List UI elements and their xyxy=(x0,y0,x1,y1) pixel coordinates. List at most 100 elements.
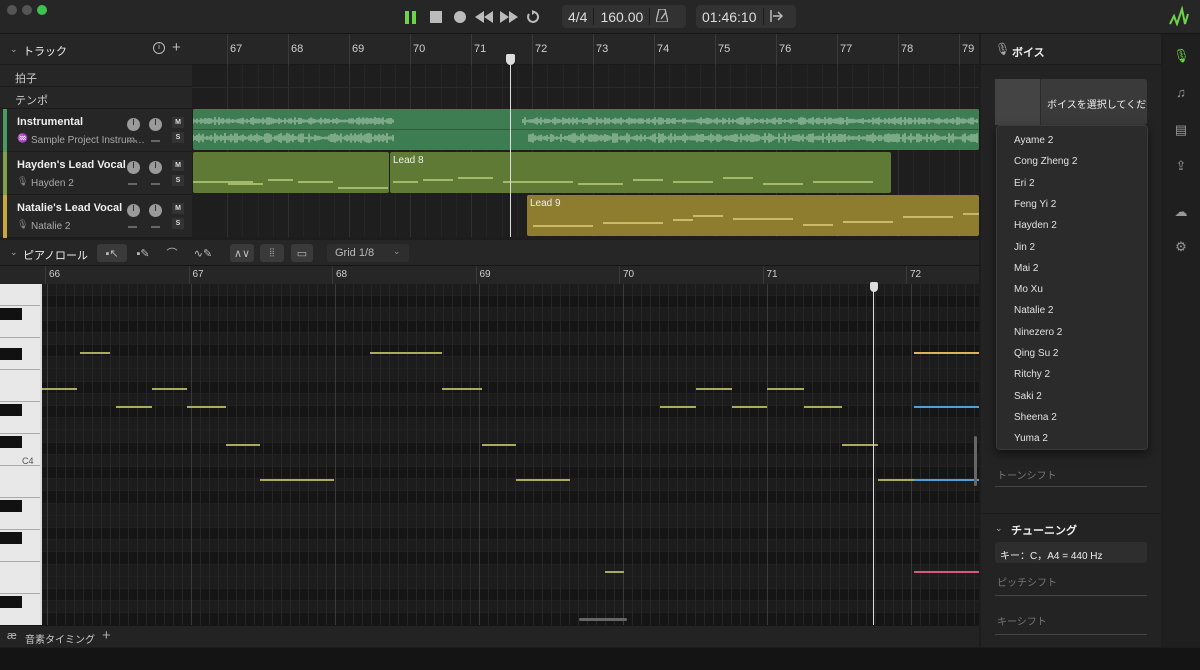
note[interactable] xyxy=(767,388,804,390)
select-tool-button[interactable]: ▪↖ xyxy=(97,244,127,262)
rewind-button[interactable] xyxy=(474,7,494,27)
pan-knob[interactable] xyxy=(149,118,162,131)
tempo-display[interactable]: 4/4 160.00 xyxy=(562,5,686,28)
note[interactable] xyxy=(914,406,979,408)
phoneme-timing-tab[interactable]: 音素タイミング xyxy=(25,631,95,646)
white-key[interactable] xyxy=(0,562,40,594)
track-ruler[interactable]: 67 68 69 70 71 72 73 74 75 76 77 78 79 xyxy=(192,34,979,65)
add-track-button[interactable]: + xyxy=(172,39,181,56)
voice-option[interactable]: Cong Zheng 2 xyxy=(1014,156,1077,167)
note-grid[interactable] xyxy=(42,284,979,625)
music-note-icon[interactable]: ♫ xyxy=(1173,85,1189,101)
voice-option[interactable]: Sheena 2 xyxy=(1014,412,1057,423)
track-header[interactable]: Natalie's Lead Vocal 🎙 Natalie 2 MS xyxy=(0,195,192,238)
voice-option[interactable]: Natalie 2 xyxy=(1014,305,1053,316)
black-key[interactable] xyxy=(0,348,22,360)
note[interactable] xyxy=(152,388,187,390)
voice-option[interactable]: Qing Su 2 xyxy=(1014,348,1058,359)
chevron-down-icon[interactable]: ⌄ xyxy=(10,247,18,258)
export-icon[interactable]: ⇪ xyxy=(1173,158,1189,174)
metronome-icon[interactable] xyxy=(650,7,674,25)
volume-knob[interactable] xyxy=(127,118,140,131)
track-name[interactable]: Instrumental xyxy=(17,116,83,128)
jump-to-end-icon[interactable] xyxy=(764,9,789,25)
cloud-icon[interactable]: ☁ xyxy=(1173,204,1189,220)
note[interactable] xyxy=(914,479,979,481)
info-icon[interactable]: i xyxy=(153,42,165,54)
voice-option[interactable]: Mo Xu xyxy=(1014,284,1043,295)
black-key[interactable] xyxy=(0,500,22,512)
voice-option[interactable]: Ninezero 2 xyxy=(1014,327,1062,338)
voice-option[interactable]: Eri 2 xyxy=(1014,178,1035,189)
solo-button[interactable]: S xyxy=(172,218,184,229)
note[interactable] xyxy=(226,444,260,446)
mute-button[interactable]: M xyxy=(172,203,184,214)
fast-forward-button[interactable] xyxy=(499,7,519,27)
track-name[interactable]: Hayden's Lead Vocal xyxy=(17,159,126,171)
window-close-button[interactable] xyxy=(7,5,17,15)
piano-roll-ruler[interactable]: 66 67 68 69 70 71 72 xyxy=(0,266,979,284)
note[interactable] xyxy=(442,388,482,390)
voice-option[interactable]: Ritchy 2 xyxy=(1014,369,1050,380)
tempo-value[interactable]: 160.00 xyxy=(594,9,649,25)
volume-knob[interactable] xyxy=(127,204,140,217)
voice-option[interactable]: Mai 2 xyxy=(1014,263,1038,274)
add-lane-button[interactable]: + xyxy=(102,627,111,644)
mute-button[interactable]: M xyxy=(172,160,184,171)
pitch-shift-slider[interactable] xyxy=(995,595,1147,596)
tone-shift-slider[interactable] xyxy=(995,486,1147,487)
stop-button[interactable] xyxy=(428,7,444,27)
white-key[interactable] xyxy=(0,466,40,498)
window-zoom-button[interactable] xyxy=(37,5,47,15)
volume-knob[interactable] xyxy=(127,161,140,174)
mute-button[interactable]: M xyxy=(172,117,184,128)
grid-select[interactable]: Grid 1/8 ⌄ xyxy=(327,244,409,262)
note[interactable] xyxy=(804,406,842,408)
note[interactable] xyxy=(482,444,516,446)
note[interactable] xyxy=(80,352,110,354)
pan-knob[interactable] xyxy=(149,161,162,174)
vertical-scrollbar[interactable] xyxy=(974,436,977,486)
mic-icon[interactable]: 🎙 xyxy=(1173,48,1190,64)
key-field[interactable]: キー：C，A4 = 440 Hz xyxy=(995,542,1147,563)
chevron-down-icon[interactable]: ⌄ xyxy=(10,44,18,55)
pitch-draw-button[interactable]: ∿✎ xyxy=(190,244,216,262)
piano-roll-playhead-handle[interactable] xyxy=(870,282,878,292)
window-minimize-button[interactable] xyxy=(22,5,32,15)
playhead[interactable] xyxy=(510,56,511,237)
white-key[interactable] xyxy=(0,284,40,306)
track-name[interactable]: Natalie's Lead Vocal xyxy=(17,202,122,214)
solo-button[interactable]: S xyxy=(172,175,184,186)
draw-tool-button[interactable]: ▪✎ xyxy=(131,244,155,262)
document-icon[interactable]: ▤ xyxy=(1173,122,1189,138)
note[interactable] xyxy=(516,479,570,481)
voice-option[interactable]: Jin 2 xyxy=(1014,242,1035,253)
note[interactable] xyxy=(260,479,334,481)
note[interactable] xyxy=(914,571,979,573)
pitch-curve-toggle[interactable]: ∧∨ xyxy=(230,244,254,262)
note[interactable] xyxy=(732,406,767,408)
time-display[interactable]: 01:46:10 xyxy=(696,5,796,28)
track-header[interactable]: Instrumental ♒ Sample Project Instrum… M S xyxy=(0,109,192,152)
solo-button[interactable]: S xyxy=(172,132,184,143)
note[interactable] xyxy=(696,388,732,390)
record-button[interactable] xyxy=(452,7,468,27)
horizontal-scrollbar[interactable] xyxy=(579,618,627,621)
playhead-handle[interactable] xyxy=(506,54,515,65)
note[interactable] xyxy=(660,406,696,408)
note[interactable] xyxy=(605,571,624,573)
voice-select-button[interactable]: ボイスを選択してくだ xyxy=(995,79,1147,125)
white-key[interactable] xyxy=(0,370,40,402)
pan-knob[interactable] xyxy=(149,204,162,217)
curve-tool-button[interactable]: ⌒ xyxy=(160,244,184,262)
waveform-toggle[interactable]: ⦙⦙ xyxy=(260,244,284,262)
black-key[interactable] xyxy=(0,436,22,448)
track-header[interactable]: Hayden's Lead Vocal 🎙 Hayden 2 MS xyxy=(0,152,192,195)
pause-button[interactable] xyxy=(403,7,419,27)
note[interactable] xyxy=(42,388,77,390)
piano-roll-playhead[interactable] xyxy=(873,283,874,625)
voice-option[interactable]: Hayden 2 xyxy=(1014,220,1057,231)
note[interactable] xyxy=(187,406,226,408)
view-toggle[interactable]: ▭ xyxy=(291,244,313,262)
note[interactable] xyxy=(914,352,979,354)
